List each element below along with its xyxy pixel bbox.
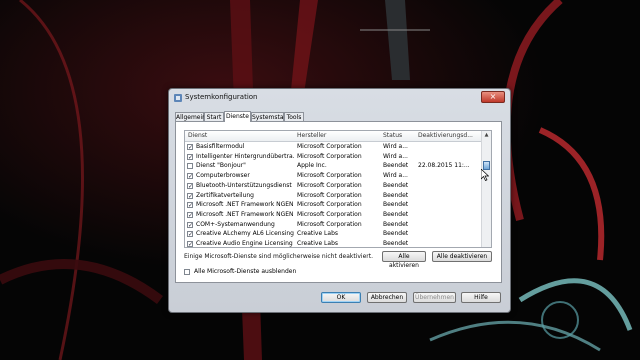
services-panel: Dienst Hersteller Status Deaktivierungsd… xyxy=(175,121,502,283)
title-bar[interactable]: Systemkonfiguration × xyxy=(169,89,510,107)
window-title: Systemkonfiguration xyxy=(185,93,258,101)
column-header-status[interactable]: Status xyxy=(383,131,415,141)
service-checkbox[interactable]: ✓ xyxy=(187,144,193,151)
services-list: Dienst Hersteller Status Deaktivierungsd… xyxy=(184,130,492,248)
tab-start[interactable]: Start xyxy=(204,112,224,121)
service-disabled-date xyxy=(418,181,480,191)
service-status: Beendet xyxy=(383,181,409,189)
service-name: Intelligenter Hintergrundübertra... xyxy=(196,152,294,160)
service-checkbox[interactable]: ✓ xyxy=(187,221,193,228)
hide-microsoft-services-checkbox[interactable] xyxy=(184,269,190,275)
service-name: Creative Audio Engine Licensing ... xyxy=(196,240,294,247)
service-manufacturer: Creative Labs xyxy=(297,240,339,247)
column-header-service[interactable]: Dienst xyxy=(188,131,288,141)
close-button[interactable]: × xyxy=(481,91,505,103)
service-status: Beendet xyxy=(383,162,409,170)
service-disabled-date xyxy=(418,191,480,201)
service-disabled-date xyxy=(418,229,480,239)
list-header: Dienst Hersteller Status Deaktivierungsd… xyxy=(185,131,483,142)
service-name: Creative ALchemy AL6 Licensing... xyxy=(196,230,294,238)
service-row[interactable]: ✓ Microsoft .NET Framework NGEN... Microso… xyxy=(185,210,483,220)
service-name: Dienst "Bonjour" xyxy=(196,162,246,170)
service-status: Beendet xyxy=(383,220,409,228)
service-row[interactable]: ✓ Creative ALchemy AL6 Licensing... Creati… xyxy=(185,229,483,239)
service-disabled-date: 22.08.2015 11:... xyxy=(418,162,470,170)
service-row[interactable]: ✓ Zertifikatverteilung Microsoft Corporati… xyxy=(185,191,483,201)
service-manufacturer: Microsoft Corporation xyxy=(297,152,362,160)
service-checkbox[interactable]: ✓ xyxy=(187,202,193,209)
service-disabled-date xyxy=(418,220,480,230)
service-checkbox[interactable]: ✓ xyxy=(187,211,193,218)
service-name: Basisfiltermodul xyxy=(196,143,245,150)
tab-allgemein[interactable]: Allgemein xyxy=(175,112,206,121)
service-name: Microsoft .NET Framework NGEN... xyxy=(196,201,294,209)
service-checkbox[interactable]: ✓ xyxy=(187,231,193,238)
service-checkbox[interactable] xyxy=(187,163,193,170)
column-header-manufacturer[interactable]: Hersteller xyxy=(297,131,377,141)
service-checkbox[interactable]: ✓ xyxy=(187,182,193,189)
service-row[interactable]: ✓ Computerbrowser Microsoft Corporation Wir… xyxy=(185,171,483,181)
service-manufacturer: Microsoft Corporation xyxy=(297,220,362,228)
service-checkbox[interactable]: ✓ xyxy=(187,173,193,180)
help-button[interactable]: Hilfe xyxy=(461,292,501,303)
service-row[interactable]: ✓ COM+-Systemanwendung Microsoft Corporati… xyxy=(185,220,483,230)
microsoft-services-note: Einige Microsoft-Dienste sind möglicherw… xyxy=(184,253,374,260)
service-manufacturer: Creative Labs xyxy=(297,230,339,238)
service-row[interactable]: ✓ Basisfiltermodul Microsoft Corporation Wi… xyxy=(185,142,483,152)
service-manufacturer: Microsoft Corporation xyxy=(297,191,362,199)
mouse-cursor-icon xyxy=(481,169,489,181)
service-manufacturer: Apple Inc. xyxy=(297,162,327,170)
service-name: Zertifikatverteilung xyxy=(196,191,254,199)
service-row[interactable]: ✓ Intelligenter Hintergrundübertra... Micr… xyxy=(185,152,483,162)
service-name: Computerbrowser xyxy=(196,172,250,180)
service-manufacturer: Microsoft Corporation xyxy=(297,181,362,189)
cancel-button[interactable]: Abbrechen xyxy=(367,292,407,303)
tab-systemstart[interactable]: Systemstart xyxy=(251,112,288,121)
service-row[interactable]: ✓ Creative Audio Engine Licensing ... Crea… xyxy=(185,239,483,247)
service-row[interactable]: ✓ Bluetooth-Unterstützungsdienst Microsoft… xyxy=(185,181,483,191)
service-status: Beendet xyxy=(383,210,409,218)
service-manufacturer: Microsoft Corporation xyxy=(297,143,362,150)
service-manufacturer: Microsoft Corporation xyxy=(297,210,362,218)
apply-button[interactable]: Übernehmen xyxy=(413,292,456,303)
service-status: Beendet xyxy=(383,240,409,247)
service-disabled-date xyxy=(418,200,480,210)
vertical-scrollbar[interactable]: ▲ xyxy=(481,131,491,247)
service-name: Microsoft .NET Framework NGEN... xyxy=(196,210,294,218)
service-manufacturer: Microsoft Corporation xyxy=(297,172,362,180)
service-status: Wird a... xyxy=(383,152,408,160)
tab-dienste[interactable]: Dienste xyxy=(224,111,251,122)
service-status: Wird a... xyxy=(383,143,408,150)
service-disabled-date xyxy=(418,239,480,247)
service-disabled-date xyxy=(418,142,480,152)
service-checkbox[interactable]: ✓ xyxy=(187,241,193,247)
service-manufacturer: Microsoft Corporation xyxy=(297,201,362,209)
service-checkbox[interactable]: ✓ xyxy=(187,192,193,199)
ok-button[interactable]: OK xyxy=(321,292,361,303)
service-checkbox[interactable]: ✓ xyxy=(187,153,193,160)
hide-microsoft-services-label[interactable]: Alle Microsoft-Dienste ausblenden xyxy=(194,268,296,275)
tab-tools[interactable]: Tools xyxy=(284,112,304,121)
service-status: Wird a... xyxy=(383,172,408,180)
service-status: Beendet xyxy=(383,191,409,199)
service-name: Bluetooth-Unterstützungsdienst xyxy=(196,181,292,189)
chevron-up-icon[interactable]: ▲ xyxy=(482,131,491,140)
service-status: Beendet xyxy=(383,230,409,238)
disable-all-button[interactable]: Alle deaktivieren xyxy=(432,251,492,262)
column-header-disabled-date[interactable]: Deaktivierungsd... xyxy=(418,131,480,141)
system-configuration-dialog: Systemkonfiguration × Allgemein Start Di… xyxy=(168,88,511,313)
service-status: Beendet xyxy=(383,201,409,209)
msconfig-icon xyxy=(174,94,182,102)
service-disabled-date xyxy=(418,171,480,181)
service-row[interactable]: ✓ Microsoft .NET Framework NGEN... Microso… xyxy=(185,200,483,210)
service-disabled-date xyxy=(418,210,480,220)
service-name: COM+-Systemanwendung xyxy=(196,220,275,228)
service-disabled-date xyxy=(418,152,480,162)
enable-all-button[interactable]: Alle aktivieren xyxy=(382,251,426,269)
service-row[interactable]: Dienst "Bonjour" Apple Inc. Beendet 22.08.2… xyxy=(185,161,483,171)
